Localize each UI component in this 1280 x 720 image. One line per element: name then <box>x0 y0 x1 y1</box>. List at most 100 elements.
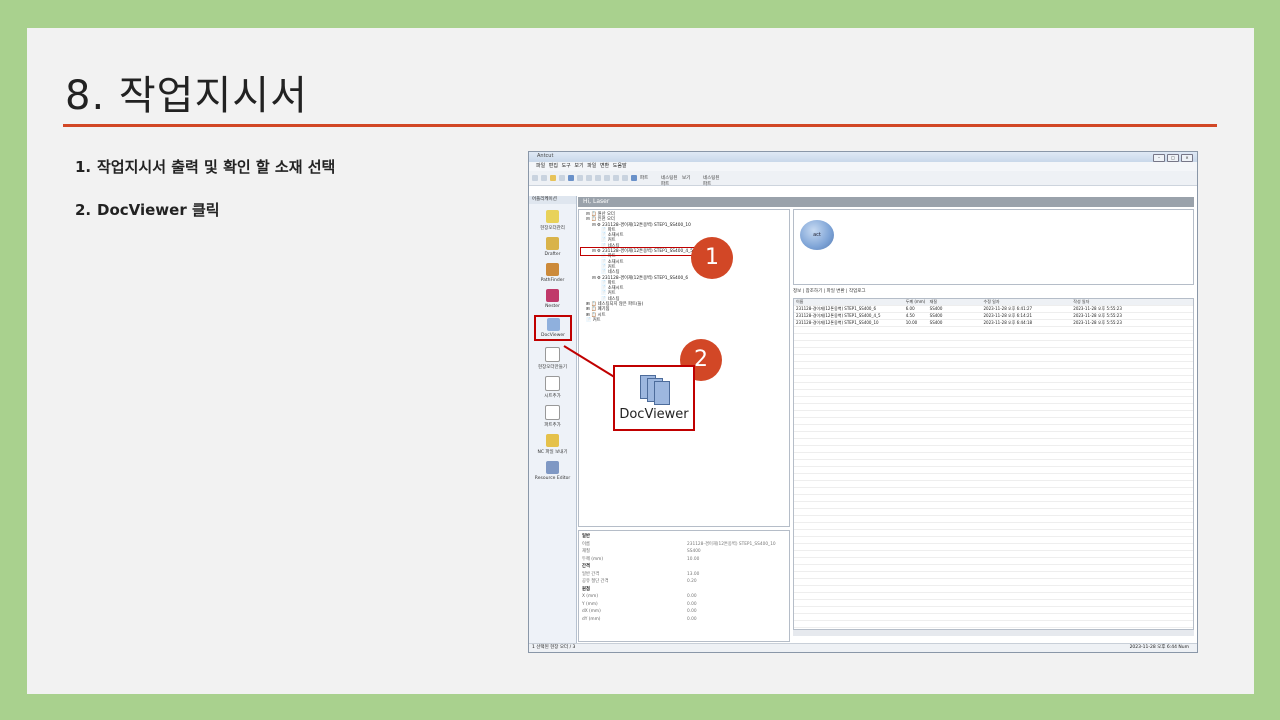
table-cell: 작성 일자 <box>1073 299 1090 304</box>
empty-row <box>794 446 1193 453</box>
property-row: 이름 231128-경이재(12톤옹벽) STEP1_SS400_10 <box>582 541 786 549</box>
application-sidebar: 어플리케이션 현장오더관리 Drafter PathFinder Nester … <box>529 196 577 644</box>
app-shortcut[interactable]: Drafter <box>529 237 576 257</box>
folder-icon <box>546 434 559 447</box>
empty-row <box>794 488 1193 495</box>
detail-tabs[interactable]: 정보 | 참조하기 | 파일 변환 | 작업로그 <box>793 288 866 294</box>
empty-row <box>794 593 1193 600</box>
grid-icon[interactable] <box>568 175 574 181</box>
app-shortcut[interactable]: 파트추가 <box>529 405 576 428</box>
empty-row <box>794 327 1193 334</box>
property-row: 두께 (mm) 10.00 <box>582 556 786 564</box>
table-cell: 231128-경이재(12톤옹벽) STEP1_SS400_10 <box>796 320 879 325</box>
property-row: X (mm) 0.00 <box>582 593 786 601</box>
empty-row <box>794 390 1193 397</box>
docviewer-icon <box>546 318 560 331</box>
toolbar-label[interactable]: 파트 <box>640 175 658 181</box>
table-cell: 2023-11-28 오후 6:44:18 <box>983 320 1033 325</box>
empty-row <box>794 432 1193 439</box>
part-icon <box>545 405 560 420</box>
part-icon[interactable] <box>631 175 637 181</box>
property-key: dY (mm) <box>582 616 601 622</box>
table-row[interactable]: 231128-경이재(12톤옹벽) STEP1_SS400_6 6.00 SS400… <box>794 306 1193 313</box>
empty-row <box>794 425 1193 432</box>
property-value: 0.00 <box>687 616 697 622</box>
property-row: 원점 <box>582 586 786 594</box>
property-row: 공유 절단 간격 0.20 <box>582 578 786 586</box>
toolbar: 파트 네스팅된 파트 보기 네스팅된 파트 <box>529 171 1197 187</box>
app-shortcut[interactable]: NC 파일 보내기 <box>529 434 576 455</box>
step-text: DocViewer 클릭 <box>97 201 220 219</box>
folder-icon[interactable] <box>550 175 556 181</box>
new-icon[interactable] <box>532 175 538 181</box>
table-cell: 2023-11-28 오후 5:55:23 <box>1073 306 1122 311</box>
minimize-icon[interactable]: – <box>1153 154 1165 162</box>
empty-row <box>794 544 1193 551</box>
property-key: 일반 <box>582 534 590 539</box>
toolbar-label[interactable]: 네스팅된 파트 <box>661 175 679 187</box>
property-row: 일반 <box>582 533 786 541</box>
play-icon[interactable] <box>613 175 619 181</box>
table-cell: SS400 <box>929 306 943 311</box>
docviewer-zoom-callout: DocViewer <box>613 365 695 431</box>
table-row[interactable]: 231128-경이재(12톤옹벽) STEP1_SS400_4_5 4.50 SS4… <box>794 313 1193 320</box>
zoom-label: DocViewer <box>619 407 689 422</box>
close-icon[interactable]: × <box>1181 154 1193 162</box>
table-cell: 2023-11-28 오후 5:55:23 <box>1073 320 1122 325</box>
empty-row <box>794 460 1193 467</box>
empty-row <box>794 474 1193 481</box>
status-bar: 1 선택된 현장 오더 / 3 2023-11-28 오후 6:44 Num <box>529 643 1197 652</box>
docviewer-app-button[interactable]: DocViewer <box>534 315 572 341</box>
empty-row <box>794 453 1193 460</box>
property-value: 231128-경이재(12톤옹벽) STEP1_SS400_10 <box>687 541 776 547</box>
maximize-icon[interactable]: □ <box>1167 154 1179 162</box>
app-shortcut[interactable]: PathFinder <box>529 263 576 283</box>
table-cell: SS400 <box>929 313 943 318</box>
print-icon[interactable] <box>559 175 565 181</box>
table-row[interactable]: 231128-경이재(12톤옹벽) STEP1_SS400_10 10.00 SS4… <box>794 320 1193 327</box>
delete-icon[interactable] <box>622 175 628 181</box>
empty-row <box>794 621 1193 628</box>
property-row: 간격 <box>582 563 786 571</box>
empty-row <box>794 516 1193 523</box>
grid-icon[interactable] <box>586 175 592 181</box>
toolbar-label[interactable]: 보기 <box>682 175 700 181</box>
order-icon <box>546 210 559 223</box>
empty-row <box>794 362 1193 369</box>
user-banner: Hi, Laser <box>578 197 1194 207</box>
status-left: 1 선택된 현장 오더 / 3 <box>532 645 576 650</box>
property-key: Y (mm) <box>582 601 598 607</box>
toolbar-label[interactable]: 네스팅된 파트 <box>703 175 721 187</box>
filter-icon[interactable] <box>595 175 601 181</box>
property-row: dY (mm) 0.00 <box>582 616 786 624</box>
property-row: 재질 SS400 <box>582 548 786 556</box>
table-cell: 2023-11-28 오후 6:14:21 <box>983 313 1033 318</box>
app-shortcut[interactable]: 현장오더관리 <box>529 210 576 231</box>
window-titlebar: Antcut – □ × <box>529 152 1197 162</box>
empty-row <box>794 509 1193 516</box>
property-key: 공유 절단 간격 <box>582 579 609 584</box>
property-value: 0.00 <box>687 601 697 607</box>
empty-row <box>794 572 1193 579</box>
menu-bar[interactable]: 파일 편집 도구 보기 파일 변환 도움말 <box>529 162 1197 171</box>
callout-badge-1: 1 <box>691 237 733 279</box>
property-value: 13.00 <box>687 571 700 577</box>
detail-table: 이름 두께 (mm) 재질 수정 일자 작성 일자 231128-경이재(12톤옹벽) S… <box>793 298 1194 630</box>
horizontal-scrollbar[interactable] <box>793 630 1194 636</box>
empty-row <box>794 565 1193 572</box>
property-grid: 일반이름 231128-경이재(12톤옹벽) STEP1_SS400_10 재질 SS… <box>578 530 790 642</box>
step-text: 작업지시서 출력 및 확인 할 소재 선택 <box>97 158 336 176</box>
app-shortcut[interactable]: Resource Editor <box>529 461 576 481</box>
grid-icon[interactable] <box>577 175 583 181</box>
tree-item[interactable]: 📄 커트 <box>582 318 786 323</box>
property-row: dX (mm) 0.00 <box>582 608 786 616</box>
table-cell: 231128-경이재(12톤옹벽) STEP1_SS400_6 <box>796 306 876 311</box>
sort-icon[interactable] <box>604 175 610 181</box>
step-list: 1. 작업지시서 출력 및 확인 할 소재 선택 2. DocViewer 클릭 <box>75 156 335 242</box>
table-cell: 2023-11-28 오후 6:41:27 <box>983 306 1033 311</box>
app-shortcut[interactable]: Nester <box>529 289 576 309</box>
open-icon[interactable] <box>541 175 547 181</box>
property-row: Y (mm) 0.00 <box>582 601 786 609</box>
empty-row <box>794 404 1193 411</box>
empty-row <box>794 411 1193 418</box>
